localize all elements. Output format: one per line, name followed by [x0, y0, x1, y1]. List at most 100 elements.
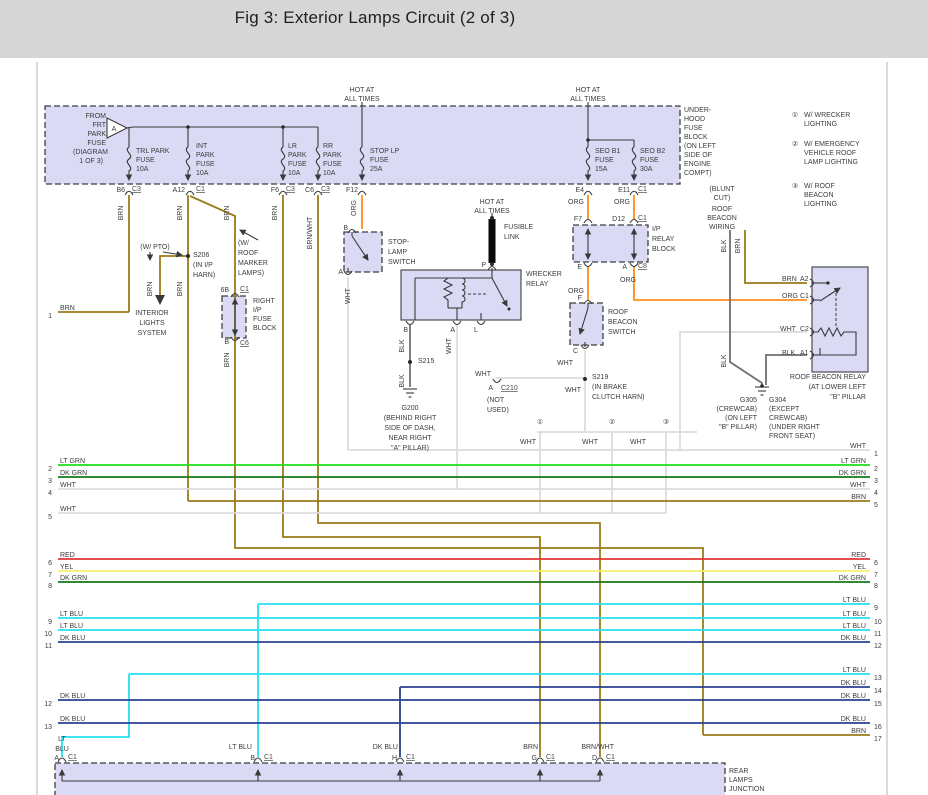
label-c1: C1	[406, 754, 415, 761]
label-c1: C1	[264, 754, 273, 761]
label-a: A	[622, 264, 627, 271]
label-stop-lp: STOP LP	[370, 148, 400, 155]
row-number-left-5: 5	[48, 514, 52, 521]
label-at-lower-left: (AT LOWER LEFT	[809, 384, 867, 391]
row-color-right-13: LT BLU	[843, 667, 866, 674]
row-number-right-10: 10	[874, 619, 882, 626]
row-color-left-12: DK BLU	[60, 693, 85, 700]
label-30a: 30A	[640, 166, 653, 173]
label-c210: C210	[501, 385, 518, 392]
label-roof: ROOF	[608, 309, 628, 316]
label-org: ORG	[351, 200, 358, 216]
label-brn: BRN	[147, 282, 154, 297]
label-park: PARK	[323, 152, 342, 159]
label-switch: SWITCH	[608, 329, 636, 336]
row-color-right-1: WHT	[850, 443, 867, 450]
row-color-right-4: WHT	[850, 482, 867, 489]
label-brn: BRN	[177, 282, 184, 297]
label-compt: COMPT)	[684, 170, 712, 177]
label-txt: ②	[792, 140, 798, 148]
row-number-right-8: 8	[874, 583, 878, 590]
label-c1: C1	[546, 754, 555, 761]
label-crewcab: CREWCAB)	[769, 415, 807, 422]
label-10a: 10A	[323, 170, 336, 177]
row-color-right-7: YEL	[853, 564, 866, 571]
row-number-left-11: 11	[45, 643, 52, 650]
label-15a: 15A	[595, 166, 608, 173]
label-e11: E11	[618, 187, 630, 194]
label-seo-b1: SEO B1	[595, 148, 620, 155]
label-blu: BLU	[55, 746, 69, 753]
label-a12: A12	[173, 187, 186, 194]
row-number-left-8: 8	[48, 583, 52, 590]
label-brn-wht: BRN/WHT	[307, 216, 314, 249]
label-c3: C3	[132, 186, 141, 193]
label-junction: JUNCTION	[729, 786, 764, 793]
row-number-right-2: 2	[874, 466, 878, 473]
label-all-times: ALL TIMES	[570, 96, 606, 103]
label-a: A	[54, 755, 59, 762]
label-beacon: BEACON	[707, 215, 737, 222]
row-number-left-6: 6	[48, 560, 52, 567]
row-number-right-9: 9	[874, 605, 878, 612]
label-under-right: (UNDER RIGHT	[769, 424, 821, 431]
label-a: A	[488, 385, 493, 392]
label-lt-blu: LT BLU	[229, 744, 252, 751]
row-color-left-11: DK BLU	[60, 635, 85, 642]
label-g305: G305	[740, 397, 757, 404]
row-number-right-12: 12	[874, 643, 882, 650]
label-txt: ③	[792, 182, 798, 190]
row-color-right-17: BRN	[851, 728, 866, 735]
label-fuse: FUSE	[323, 161, 342, 168]
label-txt: ①	[537, 418, 543, 426]
label-c2: C2	[800, 326, 809, 333]
label-blk: BLK	[399, 374, 406, 388]
label-a: A	[450, 327, 455, 334]
row-number-right-1: 1	[874, 451, 878, 458]
label-beacon: BEACON	[804, 192, 834, 199]
row-color-right-3: DK GRN	[839, 470, 866, 477]
label-int: INT	[196, 143, 208, 150]
row-color-right-11: LT BLU	[843, 623, 866, 630]
row-color-right-14: DK BLU	[841, 680, 866, 687]
label-b6: B6	[116, 187, 125, 194]
label-fuse: FUSE	[640, 157, 659, 164]
row-color-right-8: DK GRN	[839, 575, 866, 582]
row-color-right-15: DK BLU	[841, 693, 866, 700]
row-number-left-7: 7	[48, 572, 52, 579]
label-stop: STOP-	[388, 239, 410, 246]
label-a: A	[338, 269, 343, 276]
label-c1: C1	[240, 286, 249, 293]
label-org: ORG	[782, 293, 798, 300]
label-right: RIGHT	[253, 298, 276, 305]
label-lighting: LIGHTING	[804, 121, 837, 128]
label-used: USED)	[487, 407, 509, 414]
label-wht: WHT	[565, 387, 582, 394]
label-b: B	[250, 755, 255, 762]
label-side-of: SIDE OF	[684, 152, 712, 159]
row-color-left-13: DK BLU	[60, 716, 85, 723]
row-number-right-4: 4	[874, 490, 878, 497]
label-fuse: FUSE	[595, 157, 614, 164]
label-system: SYSTEM	[138, 330, 167, 337]
label-behind-right: (BEHIND RIGHT	[384, 415, 437, 422]
diagram-page: Fig 3: Exterior Lamps Circuit (2 of 3)	[0, 0, 928, 795]
row-number-right-13: 13	[874, 675, 882, 682]
row-color-left-9: LT BLU	[60, 611, 83, 618]
label-park: PARK	[196, 152, 215, 159]
label-fuse: FUSE	[196, 161, 215, 168]
label-fusible: FUSIBLE	[504, 224, 534, 231]
label-hot-at: HOT AT	[576, 87, 601, 94]
label-25a: 25A	[370, 166, 383, 173]
label-relay: RELAY	[652, 236, 675, 243]
label-e: E	[577, 264, 582, 271]
label-a-pillar: "A" PILLAR)	[391, 445, 429, 452]
label-g200: G200	[401, 405, 418, 412]
label-a1: A1	[800, 350, 809, 357]
label-c1: C1	[196, 186, 205, 193]
row-color-left-8: DK GRN	[60, 575, 87, 582]
label-switch: SWITCH	[388, 259, 416, 266]
label-under: UNDER-	[684, 107, 712, 114]
label-block: BLOCK	[684, 134, 708, 141]
label-10a: 10A	[136, 166, 149, 173]
